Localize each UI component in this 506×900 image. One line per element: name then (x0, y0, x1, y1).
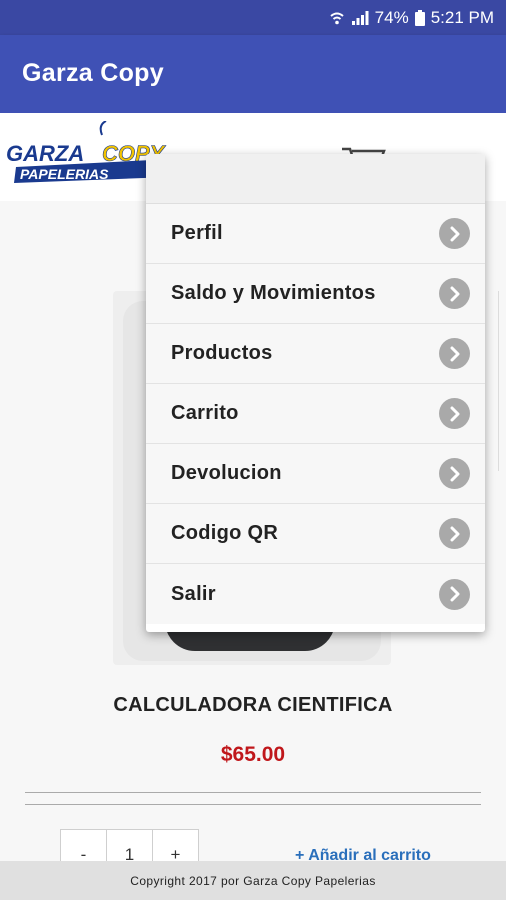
menu-item-codigo-qr[interactable]: Codigo QR (146, 504, 485, 564)
app-title: Garza Copy (22, 59, 164, 87)
footer-copyright: Copyright 2017 por Garza Copy Papelerias (0, 861, 506, 900)
menu-item-label: Carrito (171, 402, 239, 424)
menu-item-perfil[interactable]: Perfil (146, 204, 485, 264)
chevron-right-icon (439, 278, 470, 309)
menu-item-productos[interactable]: Productos (146, 324, 485, 384)
wifi-icon (329, 10, 345, 26)
menu-item-devolucion[interactable]: Devolucion (146, 444, 485, 504)
menu-item-label: Perfil (171, 222, 223, 244)
logo-text-garza: GARZA (6, 141, 84, 166)
menu-item-label: Salir (171, 582, 216, 605)
app-bar: Garza Copy (0, 35, 506, 113)
menu-item-salir[interactable]: Salir (146, 564, 485, 624)
menu-item-label: Productos (171, 342, 273, 364)
side-panel-edge (498, 291, 506, 471)
product-name: CALCULADORA CIENTIFICA (113, 694, 393, 716)
menu-item-label: Devolucion (171, 462, 282, 484)
divider (25, 792, 481, 793)
divider (25, 804, 481, 805)
chevron-right-icon (439, 398, 470, 429)
menu-item-saldo-movimientos[interactable]: Saldo y Movimientos (146, 264, 485, 324)
signal-icon (351, 10, 369, 26)
clock: 5:21 PM (430, 7, 494, 27)
battery-icon (414, 9, 425, 26)
menu-item-carrito[interactable]: Carrito (146, 384, 485, 444)
menu-item-label: Codigo QR (171, 522, 279, 544)
chevron-right-icon (439, 518, 470, 549)
logo-text-papelerias: PAPELERIAS (20, 166, 109, 182)
chevron-right-icon (439, 338, 470, 369)
chevron-right-icon (439, 578, 470, 610)
chevron-right-icon (439, 458, 470, 489)
navigation-menu: Perfil Saldo y Movimientos Productos Car… (146, 154, 485, 632)
product-price: $65.00 (220, 743, 286, 766)
status-bar: 74% 5:21 PM (0, 0, 506, 35)
chevron-right-icon (439, 218, 470, 249)
menu-item-label: Saldo y Movimientos (171, 282, 376, 304)
battery-percent: 74% (374, 7, 409, 27)
menu-header (146, 154, 485, 204)
